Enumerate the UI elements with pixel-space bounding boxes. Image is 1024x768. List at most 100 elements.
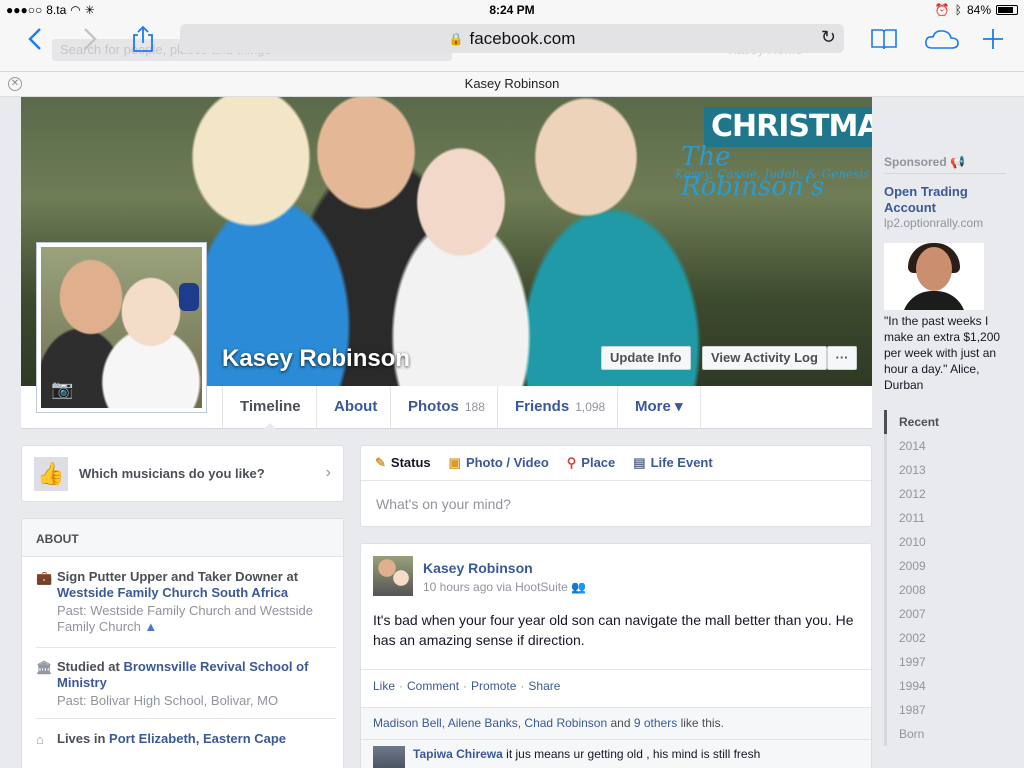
lives-link[interactable]: Port Elizabeth, Eastern Cape: [109, 731, 286, 746]
avatar[interactable]: [373, 746, 405, 768]
share-icon[interactable]: [126, 24, 160, 54]
photo-icon: ▣: [448, 455, 461, 470]
friends-audience-icon[interactable]: 👥: [571, 580, 586, 594]
battery-fill: [998, 7, 1014, 13]
hair-bow: [179, 283, 199, 311]
likes-suffix: like this.: [680, 716, 724, 730]
year-item[interactable]: 2010: [884, 530, 984, 554]
briefcase-icon: 💼: [36, 570, 53, 585]
about-education: 🏛 Studied at Brownsville Revival School …: [36, 659, 336, 719]
music-prompt-card[interactable]: 👍 Which musicians do you like? ›: [21, 445, 344, 502]
others-link[interactable]: 9 others: [634, 716, 677, 730]
megaphone-icon: 📢: [950, 155, 965, 169]
sponsored-heading: Sponsored 📢: [884, 155, 965, 169]
chevron-right-icon[interactable]: ›: [326, 464, 331, 482]
status-option[interactable]: ✎ Status: [375, 455, 431, 471]
ios-status-bar: ●●●○○ 8.ta ◠ ✳ 8:24 PM ⏰ ᛒ 84%: [0, 0, 1024, 20]
place-option[interactable]: ⚲ Place: [567, 455, 616, 471]
tab-more[interactable]: More ▾: [617, 386, 701, 429]
reload-icon[interactable]: ↻: [821, 27, 836, 48]
work-link[interactable]: Westside Family Church South Africa: [57, 585, 288, 600]
ad-text[interactable]: "In the past weeks I make an extra $1,20…: [884, 313, 1006, 393]
ad-image[interactable]: [884, 243, 984, 310]
year-item[interactable]: Born: [884, 722, 984, 746]
year-item[interactable]: 2002: [884, 626, 984, 650]
tab-count: 188: [464, 400, 485, 414]
update-info-button[interactable]: Update Info: [601, 346, 691, 370]
ad-title[interactable]: Open Trading Account: [884, 184, 994, 216]
year-item[interactable]: 2007: [884, 602, 984, 626]
composer-options: ✎ Status ▣ Photo / Video ⚲ Place ▤ Life Even…: [361, 446, 871, 481]
year-item[interactable]: 2008: [884, 578, 984, 602]
year-item[interactable]: 1997: [884, 650, 984, 674]
promote-link[interactable]: Promote: [471, 679, 516, 693]
comment-link[interactable]: Comment: [407, 679, 459, 693]
year-item[interactable]: 1987: [884, 698, 984, 722]
likers-and: and: [610, 716, 631, 730]
about-work: 💼 Sign Putter Upper and Taker Downer at …: [36, 569, 336, 648]
christmas-title: CHRISTMAS: [711, 109, 872, 144]
ad-person-face: [916, 247, 952, 291]
about-heading: ABOUT: [22, 519, 343, 557]
back-chevron-icon[interactable]: [18, 24, 52, 54]
warning-icon[interactable]: ▲: [144, 619, 157, 634]
avatar[interactable]: [373, 556, 413, 596]
year-item[interactable]: 2011: [884, 506, 984, 530]
ad-person-body: [902, 291, 966, 310]
share-link[interactable]: Share: [528, 679, 560, 693]
timeline-post: Kasey Robinson 10 hours ago via HootSuit…: [360, 543, 872, 768]
option-label: Status: [390, 455, 431, 470]
ad-domain[interactable]: lp2.optionrally.com: [884, 216, 983, 230]
camera-icon[interactable]: 📷: [51, 379, 73, 400]
work-prefix: Sign Putter Upper and Taker Downer at: [57, 569, 299, 584]
year-item[interactable]: 2013: [884, 458, 984, 482]
book-icon[interactable]: [867, 24, 901, 54]
comment: Tapiwa Chirewa it jus means ur getting o…: [361, 739, 871, 768]
year-item[interactable]: 2009: [884, 554, 984, 578]
pencil-note-icon: ✎: [375, 455, 386, 470]
study-past: Past: Bolivar High School, Bolivar, MO: [57, 693, 279, 708]
close-tab-icon[interactable]: ✕: [8, 77, 22, 91]
activity-log-button[interactable]: View Activity Log: [702, 346, 827, 370]
comment-text: it jus means ur getting old , his mind i…: [506, 747, 761, 761]
like-link[interactable]: Like: [373, 679, 395, 693]
tab-timeline[interactable]: Timeline: [222, 386, 318, 430]
lock-icon: 🔒: [448, 31, 464, 46]
url-bar[interactable]: 🔒 facebook.com ↻: [180, 24, 844, 53]
profile-picture[interactable]: 📷: [36, 242, 207, 413]
tab-friends[interactable]: Friends 1,098: [497, 386, 622, 429]
post-author[interactable]: Kasey Robinson: [423, 560, 533, 576]
photo-option[interactable]: ▣ Photo / Video: [449, 455, 549, 471]
clock: 8:24 PM: [489, 3, 535, 17]
alarm-icon: ⏰: [934, 3, 950, 17]
profile-name[interactable]: Kasey Robinson: [222, 345, 410, 373]
bluetooth-icon: ᛒ: [954, 3, 962, 17]
option-label: Life Event: [650, 455, 713, 470]
year-item[interactable]: 1994: [884, 674, 984, 698]
tab-about[interactable]: About: [316, 386, 394, 429]
tab-label: More ▾: [635, 398, 683, 415]
year-item[interactable]: Recent: [884, 410, 984, 434]
about-location: ⌂ Lives in Port Elizabeth, Eastern Cape: [36, 731, 336, 747]
option-label: Photo / Video: [465, 455, 549, 470]
profile-photo: 📷: [41, 247, 202, 408]
tab-photos[interactable]: Photos 188: [390, 386, 502, 429]
composer-input[interactable]: What's on your mind?: [361, 481, 871, 527]
likers-links[interactable]: Madison Bell, Ailene Banks, Chad Robinso…: [373, 716, 607, 730]
more-options-button[interactable]: ···: [827, 346, 857, 370]
timeline-year-nav: Recent 2014 2013 2012 2011 2010 2009 2008 2007 20…: [884, 410, 984, 746]
forward-chevron-icon[interactable]: [73, 24, 107, 54]
tab-label: Friends: [515, 398, 570, 415]
year-item[interactable]: 2012: [884, 482, 984, 506]
map-pin-icon: ⚲: [566, 455, 577, 470]
likes-summary: Madison Bell, Ailene Banks, Chad Robinso…: [361, 707, 871, 739]
comment-author[interactable]: Tapiwa Chirewa: [413, 747, 503, 761]
year-item[interactable]: 2014: [884, 434, 984, 458]
work-past: Past: Westside Family Church and Westsid…: [57, 603, 314, 634]
cloud-icon[interactable]: [922, 24, 962, 54]
life-event-option[interactable]: ▤ Life Event: [633, 455, 712, 471]
tab-title-bar: ✕ Kasey Robinson: [0, 72, 1024, 97]
home-icon: ⌂: [36, 732, 44, 747]
plus-icon[interactable]: [976, 24, 1010, 54]
page-title: Kasey Robinson: [464, 76, 560, 91]
